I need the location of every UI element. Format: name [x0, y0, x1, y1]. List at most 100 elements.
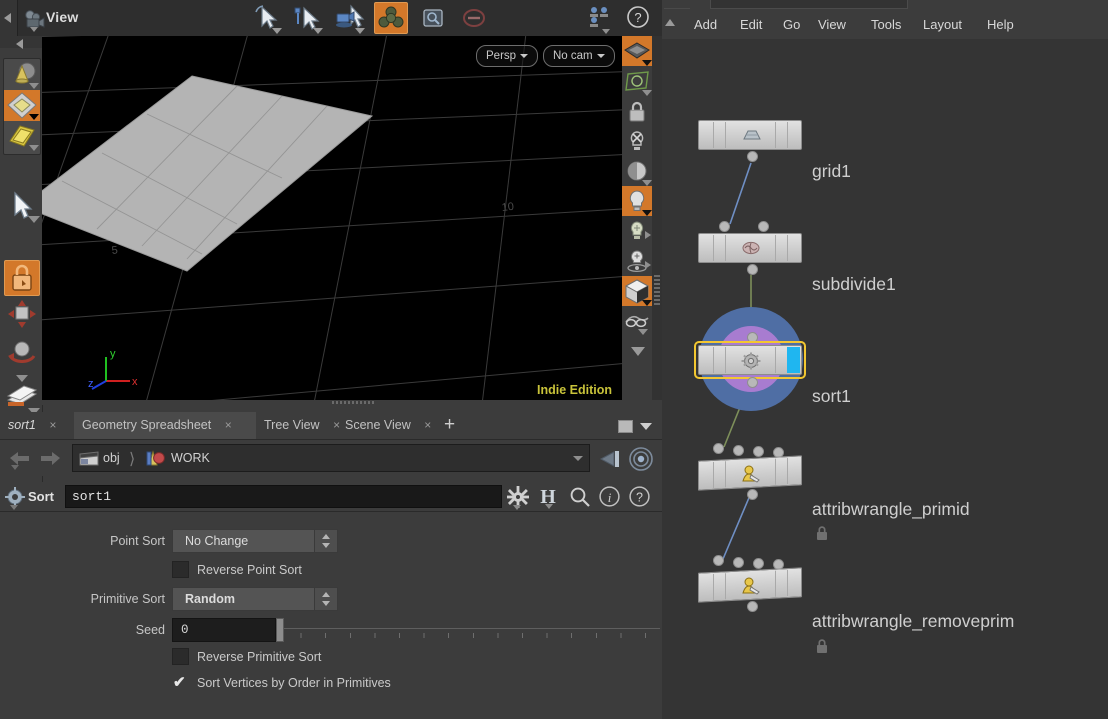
node-attribwrangle-primid[interactable]: [698, 455, 802, 491]
houdini-h-icon[interactable]: H: [536, 484, 560, 509]
light-placement-toggle[interactable]: [622, 246, 652, 276]
rail-scroll-up[interactable]: [0, 36, 42, 49]
menu-add[interactable]: Add: [686, 10, 725, 39]
network-canvas[interactable]: grid1 subdivide1 sort1 attribwrangle_pri…: [662, 39, 1108, 719]
add-tab-button[interactable]: +: [444, 415, 455, 435]
tab-close-icon[interactable]: ×: [424, 412, 431, 439]
node-input-port[interactable]: [733, 445, 744, 456]
search-icon[interactable]: [568, 485, 592, 509]
primitive-sort-dropdown[interactable]: Random: [172, 587, 338, 611]
material-preview-toggle[interactable]: [622, 156, 652, 186]
node-output-port[interactable]: [747, 489, 758, 500]
scene-lights-toggle[interactable]: [622, 186, 652, 216]
reverse-primitive-sort-checkbox[interactable]: [172, 648, 189, 665]
node-output-port[interactable]: [747, 151, 758, 162]
seed-input[interactable]: 0: [172, 618, 276, 642]
tab-scene-view[interactable]: Scene View ×: [337, 412, 435, 439]
node-subdivide1[interactable]: [698, 233, 802, 263]
toolbar-scroll-left[interactable]: [0, 0, 18, 36]
node-name-field[interactable]: sort1: [65, 485, 502, 508]
camera-dropdown[interactable]: No cam: [543, 45, 615, 67]
gear-icon[interactable]: [5, 487, 25, 510]
rail-item-surface-ops[interactable]: [4, 121, 40, 152]
help-icon[interactable]: ?: [628, 485, 651, 508]
menu-help[interactable]: Help: [979, 10, 1022, 39]
spinner-icon[interactable]: [314, 588, 337, 610]
sort-vertices-checkbox[interactable]: ✔: [172, 674, 189, 691]
breadcrumb-obj[interactable]: obj: [103, 445, 120, 471]
help-icon[interactable]: ?: [624, 4, 654, 32]
menu-view[interactable]: View: [810, 10, 854, 39]
handle-tool[interactable]: [291, 2, 325, 34]
background-image-toggle[interactable]: [622, 276, 652, 306]
spinner-icon[interactable]: [314, 530, 337, 552]
ambient-light-toggle[interactable]: [622, 216, 652, 246]
viewport-rail-scrollbar[interactable]: [652, 36, 662, 405]
select-tool[interactable]: [250, 2, 284, 34]
node-output-port[interactable]: [747, 377, 758, 388]
snapshot-tool[interactable]: [416, 2, 450, 34]
rail-item-rotate[interactable]: [4, 336, 40, 382]
tab-close-icon[interactable]: ×: [225, 412, 232, 439]
rail-item-scale[interactable]: [4, 380, 40, 416]
node-input-port[interactable]: [753, 558, 764, 569]
tab-label: Scene View: [345, 418, 411, 432]
seed-slider[interactable]: [276, 618, 660, 642]
ghost-display-toggle[interactable]: [622, 306, 652, 336]
rail-item-handle-lock[interactable]: [4, 260, 40, 296]
rail-item-select[interactable]: [4, 188, 40, 224]
lock-camera-toggle[interactable]: [622, 96, 652, 126]
display-wireframe-toggle[interactable]: [622, 66, 652, 96]
network-scroll-up[interactable]: [662, 10, 676, 39]
viewport-3d[interactable]: 5 10 Persp No cam Indie Edition x y z: [42, 36, 622, 405]
node-path-field[interactable]: obj ⟩ WORK: [72, 444, 590, 472]
node-output-port[interactable]: [747, 264, 758, 275]
rail-item-polygon-ops[interactable]: [4, 90, 40, 121]
view-mode-dropdown[interactable]: Persp: [476, 45, 539, 67]
back-button[interactable]: [8, 448, 30, 470]
node-attribwrangle-removeprim[interactable]: [698, 567, 802, 603]
menu-tools[interactable]: Tools: [863, 10, 909, 39]
node-grid1[interactable]: [698, 120, 802, 150]
gear-menu-icon[interactable]: [506, 485, 530, 510]
breadcrumb-work[interactable]: WORK: [171, 445, 210, 471]
rail-more-toggle[interactable]: [622, 336, 652, 366]
maximize-icon[interactable]: [618, 420, 633, 433]
node-input-port[interactable]: [713, 555, 724, 566]
node-input-port[interactable]: [733, 557, 744, 568]
point-sort-dropdown[interactable]: No Change: [172, 529, 338, 553]
menu-go[interactable]: Go: [775, 10, 808, 39]
menu-layout[interactable]: Layout: [915, 10, 970, 39]
horizontal-splitter[interactable]: [42, 400, 662, 405]
viewport-rail-grip[interactable]: [654, 275, 660, 315]
menu-edit[interactable]: Edit: [732, 10, 770, 39]
tab-geometry-spreadsheet[interactable]: Geometry Spreadsheet ×: [74, 412, 256, 439]
grid-plane-icon: [740, 126, 761, 144]
path-dropdown-icon[interactable]: [573, 456, 583, 461]
panel-menu-icon[interactable]: [640, 423, 652, 430]
object-mode-button[interactable]: [374, 2, 409, 34]
tab-sort1[interactable]: sort1 ×: [0, 412, 74, 439]
tab-close-icon[interactable]: ×: [49, 412, 56, 439]
tab-tree-view[interactable]: Tree View ×: [256, 412, 340, 439]
info-icon[interactable]: i: [598, 485, 621, 508]
display-shaded-toggle[interactable]: [622, 36, 652, 66]
node-input-port[interactable]: [713, 443, 724, 454]
node-input-port[interactable]: [753, 446, 764, 457]
view-tool[interactable]: [333, 2, 367, 34]
pin-icon[interactable]: [598, 447, 624, 471]
node-input-port[interactable]: [719, 221, 730, 232]
forward-button[interactable]: [38, 448, 60, 468]
disable-tool[interactable]: [457, 2, 491, 34]
rail-item-move[interactable]: [4, 298, 40, 334]
rail-item-model-ops[interactable]: [4, 59, 40, 90]
node-input-port[interactable]: [758, 221, 769, 232]
seed-slider-handle[interactable]: [276, 618, 284, 642]
target-icon[interactable]: [628, 446, 654, 472]
node-output-port[interactable]: [747, 601, 758, 612]
headlight-off-toggle[interactable]: [622, 126, 652, 156]
viewport-layout-icon[interactable]: [586, 4, 620, 34]
display-flag[interactable]: [787, 347, 800, 373]
node-sort1[interactable]: [694, 341, 806, 379]
reverse-point-sort-checkbox[interactable]: [172, 561, 189, 578]
